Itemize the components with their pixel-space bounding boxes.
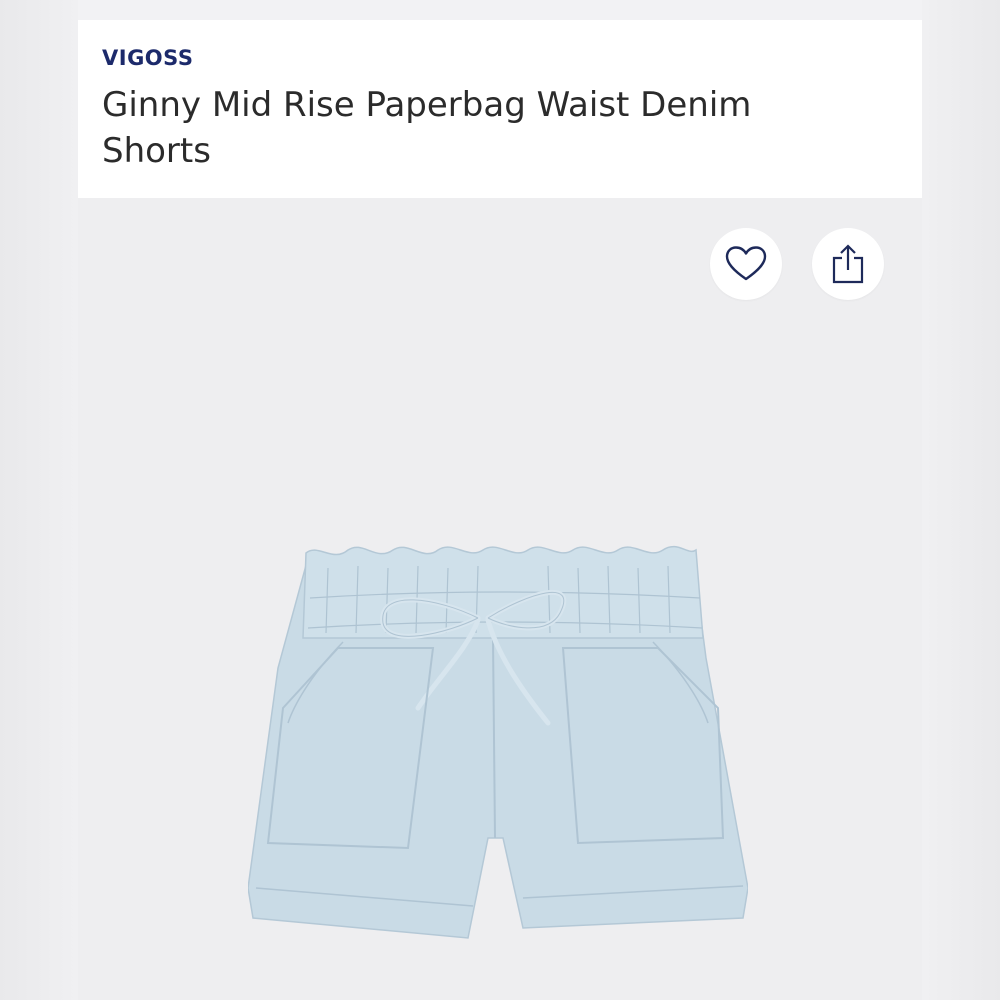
- product-image-area[interactable]: [78, 198, 922, 1000]
- heart-icon: [725, 246, 767, 281]
- top-strip: [78, 0, 922, 20]
- share-button[interactable]: [812, 228, 884, 300]
- favorite-button[interactable]: [710, 228, 782, 300]
- share-icon: [832, 244, 864, 284]
- product-header: VIGOSS Ginny Mid Rise Paperbag Waist Den…: [78, 20, 922, 198]
- product-title: Ginny Mid Rise Paperbag Waist Denim Shor…: [102, 85, 752, 171]
- brand-name[interactable]: VIGOSS: [102, 46, 193, 70]
- page-margin-right: [922, 0, 1000, 1000]
- denim-shorts-image: [248, 545, 748, 939]
- page-margin-left: [0, 0, 78, 1000]
